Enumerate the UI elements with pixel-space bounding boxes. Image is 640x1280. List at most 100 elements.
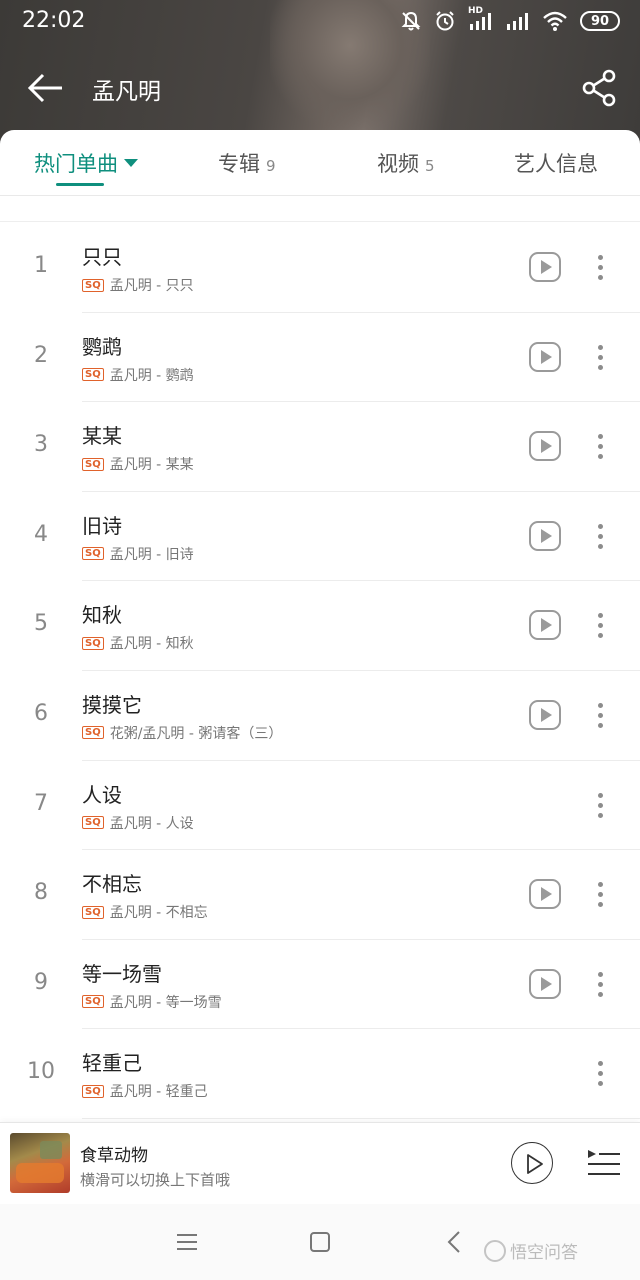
song-row[interactable]: 3 某某 SQ 孟凡明 - 某某 [0,402,640,492]
song-row[interactable]: 4 旧诗 SQ 孟凡明 - 旧诗 [0,492,640,582]
more-options-icon[interactable] [592,701,608,731]
song-row[interactable]: 8 不相忘 SQ 孟凡明 - 不相忘 [0,850,640,940]
mv-play-icon[interactable] [529,968,561,999]
more-options-icon[interactable] [592,880,608,910]
song-row[interactable]: 2 鹦鹉 SQ 孟凡明 - 鹦鹉 [0,313,640,403]
song-row[interactable]: 9 等一场雪 SQ 孟凡明 - 等一场雪 [0,940,640,1030]
battery-indicator: 90 [580,11,620,31]
mv-play-icon[interactable] [529,879,561,910]
song-artist-album: 花粥/孟凡明 - 粥请客（三） [109,725,283,742]
play-button[interactable] [511,1142,553,1184]
tab-bar: 热门单曲 专辑 9 视频 5 艺人信息 [0,130,640,196]
song-title: 旧诗 [82,513,122,538]
dot [598,981,603,987]
menu-icon[interactable] [176,1232,198,1252]
more-options-icon[interactable] [592,432,608,462]
mute-bell-icon [401,11,421,31]
system-nav-bar: 悟空问答 [0,1204,640,1280]
song-list: 1 只只 SQ 孟凡明 - 只只 2 鹦鹉 SQ 孟凡明 - 鹦鹉 3 某某 SQ 孟凡明 - 某某 4… [0,223,640,1119]
song-artist-album: 孟凡明 - 鹦鹉 [109,367,194,384]
song-artist-album: 孟凡明 - 不相忘 [109,905,208,922]
song-meta: SQ 孟凡明 - 鹦鹉 [82,365,194,385]
song-title: 摸摸它 [82,692,142,717]
song-meta: SQ 孟凡明 - 人设 [82,813,194,833]
more-options-icon[interactable] [592,791,608,821]
dot [598,275,603,280]
mv-play-icon[interactable] [529,699,561,730]
dot [598,902,603,908]
dot [598,255,603,260]
tab-albums[interactable]: 专辑 9 [218,148,276,178]
song-rank: 7 [34,790,48,816]
song-row[interactable]: 7 人设 SQ 孟凡明 - 人设 [0,761,640,851]
sq-quality-badge: SQ [82,457,104,471]
mv-play-icon[interactable] [529,252,561,282]
song-row[interactable]: 5 知秋 SQ 孟凡明 - 知秋 [0,581,640,671]
sq-quality-badge: SQ [82,726,104,740]
play-icon [527,1154,543,1174]
song-artist-album: 孟凡明 - 轻重己 [109,1084,208,1101]
dot [598,1081,603,1087]
sq-quality-badge: SQ [82,905,104,919]
dot [598,722,603,728]
song-rank: 8 [34,880,48,906]
more-options-icon[interactable] [592,611,608,641]
active-tab-indicator [56,183,104,186]
song-title: 等一场雪 [82,961,162,986]
tab-hot-songs[interactable]: 热门单曲 [34,148,138,178]
tab-label: 视频 [377,152,419,176]
share-icon[interactable] [580,68,618,108]
sq-quality-badge: SQ [82,636,104,650]
more-options-icon[interactable] [592,343,608,373]
status-bar: 22:02 HD 90 [0,0,640,46]
tab-artist-info[interactable]: 艺人信息 [514,148,598,178]
caret-down-icon [124,159,138,167]
dot [598,1061,603,1067]
more-options-icon[interactable] [592,970,608,1000]
playlist-icon[interactable] [586,1147,622,1179]
mv-play-icon[interactable] [529,610,561,641]
dot [598,364,603,370]
more-options-icon[interactable] [592,1059,608,1089]
dot [598,454,603,460]
dot [598,265,603,270]
title-bar: 孟凡明 [0,60,640,116]
dot [598,533,603,539]
album-cover[interactable] [10,1133,70,1193]
song-row[interactable]: 1 只只 SQ 孟凡明 - 只只 [0,223,640,313]
song-rank: 3 [34,432,48,458]
back-arrow-icon[interactable] [26,70,66,106]
dot [598,812,603,818]
mv-play-icon[interactable] [529,431,561,462]
cell-signal-icon [507,13,528,30]
now-playing-title: 食草动物 [80,1146,148,1166]
sq-quality-badge: SQ [82,995,104,1009]
song-rank: 6 [34,700,48,726]
song-rank: 5 [34,611,48,637]
sq-quality-badge: SQ [82,1084,104,1098]
song-artist-album: 孟凡明 - 只只 [109,278,194,294]
song-title: 人设 [82,782,122,807]
song-title: 轻重己 [82,1051,142,1076]
dot [598,444,603,450]
song-title: 知秋 [82,603,122,628]
more-options-icon[interactable] [592,253,608,283]
song-meta: SQ 孟凡明 - 等一场雪 [82,992,222,1012]
tab-videos[interactable]: 视频 5 [377,148,435,178]
more-options-icon[interactable] [592,522,608,552]
song-row[interactable]: 10 轻重己 SQ 孟凡明 - 轻重己 [0,1029,640,1119]
watermark-text: 悟空问答 [510,1243,578,1263]
mv-play-icon[interactable] [529,341,561,372]
home-button[interactable] [310,1232,330,1252]
song-rank: 1 [34,253,48,278]
mini-player[interactable]: 食草动物 横滑可以切换上下首哦 [0,1122,640,1204]
dot [598,971,603,977]
song-row[interactable]: 6 摸摸它 SQ 花粥/孟凡明 - 粥请客（三） [0,671,640,761]
alarm-icon [436,11,454,31]
song-meta: SQ 孟凡明 - 知秋 [82,633,194,653]
sq-quality-badge: SQ [82,278,104,292]
song-meta: SQ 孟凡明 - 某某 [82,454,194,474]
back-icon[interactable] [446,1230,462,1254]
dot [598,802,603,808]
mv-play-icon[interactable] [529,520,561,551]
